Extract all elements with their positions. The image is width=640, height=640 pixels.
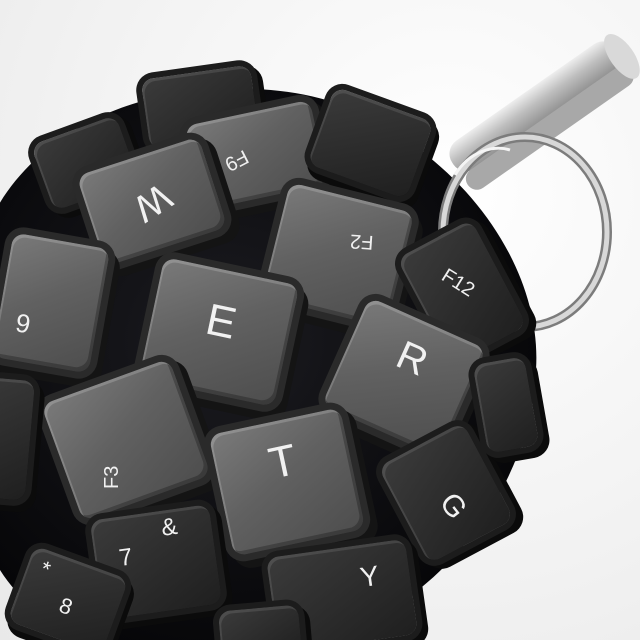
photo-scene: F9 W F2 9 E F12 R F3 T G & 7 * 8 Y [0,0,640,640]
key-label-f3: F3 [101,465,124,489]
key-label-t: T [264,435,301,489]
key-label-nine: 9 [13,306,33,339]
key-label-w: W [125,174,179,230]
key-bottom-center [217,604,303,640]
key-label-seven: 7 [117,543,135,572]
key-label-star: * [37,555,54,583]
key-label-amp: & [159,512,180,542]
key-label-e: E [201,294,241,349]
key-label-y: Y [358,559,381,594]
key-label-f12: F12 [437,264,479,302]
pin-tube [449,34,640,190]
key-label-r: R [390,332,435,385]
key-label-g: G [433,486,474,526]
key-label-f9: F9 [221,144,253,175]
key-label-f2: F2 [349,229,375,253]
key-label-eight: 8 [55,592,76,620]
